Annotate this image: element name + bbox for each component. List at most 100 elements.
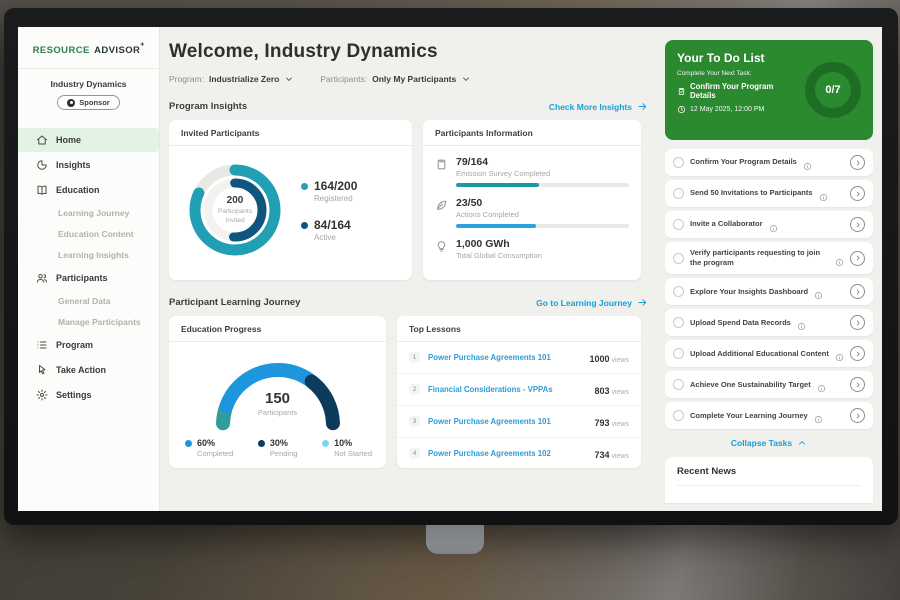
sidebar-item-education-content[interactable]: Education Content (18, 224, 159, 244)
settings-icon (36, 389, 48, 401)
leaf-icon (435, 199, 448, 212)
info-icon[interactable] (803, 158, 812, 167)
legend-label: Not Started (334, 449, 372, 458)
education-progress-card: Education Progress 150 Participants 60%C… (169, 316, 386, 468)
task-open-button[interactable] (850, 251, 865, 266)
task-checkbox[interactable] (673, 253, 684, 264)
sidebar-item-learning-insights[interactable]: Learning Insights (18, 245, 159, 265)
sidebar-item-take-action[interactable]: Take Action (18, 358, 159, 382)
invited-participants-title: Invited Participants (169, 120, 412, 146)
lesson-title-link[interactable]: Power Purchase Agreements 102 (428, 449, 594, 458)
legend-label: Completed (197, 449, 233, 458)
go-to-learning-journey-link[interactable]: Go to Learning Journey (536, 297, 648, 308)
lesson-title-link[interactable]: Power Purchase Agreements 101 (428, 353, 589, 362)
task-open-button[interactable] (850, 186, 865, 201)
check-more-insights-label: Check More Insights (549, 102, 632, 112)
donut-legend-item: 164/200Registered (301, 179, 357, 203)
task-open-button[interactable] (850, 346, 865, 361)
clock-icon (677, 105, 686, 114)
sidebar-item-insights[interactable]: Insights (18, 153, 159, 177)
task-checkbox[interactable] (673, 219, 684, 230)
sidebar-item-learning-journey[interactable]: Learning Journey (18, 203, 159, 223)
task-invite-a-collaborator[interactable]: Invite a Collaborator (665, 211, 873, 238)
task-label: Invite a Collaborator (690, 219, 763, 229)
task-open-button[interactable] (850, 315, 865, 330)
chevron-up-icon (797, 438, 807, 448)
lesson-title-link[interactable]: Power Purchase Agreements 101 (428, 417, 594, 426)
info-icon[interactable] (769, 220, 778, 229)
logo-advisor: ADVISOR (94, 45, 140, 56)
info-icon[interactable] (835, 349, 844, 358)
sponsor-badge[interactable]: Sponsor (57, 95, 119, 110)
task-checkbox[interactable] (673, 379, 684, 390)
task-open-button[interactable] (850, 217, 865, 232)
task-open-button[interactable] (850, 155, 865, 170)
task-upload-additional-educational-content[interactable]: Upload Additional Educational Content (665, 340, 873, 367)
lesson-title-link[interactable]: Financial Considerations - VPPAs (428, 385, 594, 394)
task-open-button[interactable] (850, 284, 865, 299)
sidebar-item-label: Participants (56, 273, 108, 283)
lesson-row: 1Power Purchase Agreements 1011000views (397, 342, 641, 373)
dashboard-screen: RESOURCE ADVISOR+ Industry Dynamics Spon… (18, 27, 882, 511)
check-more-insights-link[interactable]: Check More Insights (549, 101, 648, 112)
org-name: Industry Dynamics (24, 79, 153, 89)
sidebar-item-label: Program (56, 340, 93, 350)
legend-label: Registered (314, 194, 357, 203)
lesson-views-suffix: views (611, 357, 629, 364)
task-open-button[interactable] (850, 408, 865, 423)
donut-center-label: Participants Invited (212, 208, 258, 224)
task-checkbox[interactable] (673, 410, 684, 421)
chevron-right-icon (854, 190, 862, 198)
lesson-views-value: 803 (594, 386, 609, 396)
sidebar-item-settings[interactable]: Settings (18, 383, 159, 407)
lesson-views-suffix: views (611, 389, 629, 396)
info-icon[interactable] (817, 380, 826, 389)
task-checkbox[interactable] (673, 286, 684, 297)
sidebar-item-education[interactable]: Education (18, 178, 159, 202)
todo-due-date: 12 May 2025, 12:00 PM (690, 106, 764, 113)
sidebar-item-participants[interactable]: Participants (18, 266, 159, 290)
info-icon[interactable] (797, 318, 806, 327)
task-explore-your-insights-dashboard[interactable]: Explore Your Insights Dashboard (665, 278, 873, 305)
org-block: Industry Dynamics Sponsor (18, 69, 159, 120)
lesson-views-value: 734 (594, 450, 609, 460)
task-confirm-your-program-details[interactable]: Confirm Your Program Details (665, 149, 873, 176)
sidebar-item-label: Education (56, 185, 100, 195)
sidebar-item-manage-participants[interactable]: Manage Participants (18, 312, 159, 332)
filter-program[interactable]: Program:Industrialize Zero (169, 74, 294, 84)
collapse-tasks-link[interactable]: Collapse Tasks (665, 438, 873, 448)
logo-plus: + (140, 42, 144, 49)
education-icon (36, 184, 48, 196)
legend-label: Active (314, 233, 351, 242)
todo-progress-value: 0/7 (825, 84, 840, 96)
todo-title: Your To Do List (677, 51, 799, 65)
info-icon[interactable] (835, 254, 844, 263)
info-icon[interactable] (819, 189, 828, 198)
sidebar-item-general-data[interactable]: General Data (18, 291, 159, 311)
filter-participants[interactable]: Participants:Only My Participants (320, 74, 471, 84)
arrow-right-icon (637, 297, 648, 308)
task-checkbox[interactable] (673, 188, 684, 199)
home-icon (36, 134, 48, 146)
task-checkbox[interactable] (673, 317, 684, 328)
go-to-learning-journey-label: Go to Learning Journey (536, 298, 632, 308)
education-progress-title: Education Progress (169, 316, 386, 342)
stat-label: Actions Completed (456, 210, 629, 219)
sidebar-item-home[interactable]: Home (18, 128, 159, 152)
task-checkbox[interactable] (673, 157, 684, 168)
info-icon[interactable] (814, 411, 823, 420)
task-upload-spend-data-records[interactable]: Upload Spend Data Records (665, 309, 873, 336)
task-verify-participants-requesting-to-join-the-program[interactable]: Verify participants requesting to join t… (665, 242, 873, 274)
chevron-right-icon (854, 412, 862, 420)
gauge-legend-not-started: 10%Not Started (322, 438, 372, 458)
task-send-50-invitations-to-participants[interactable]: Send 50 Invitations to Participants (665, 180, 873, 207)
task-checkbox[interactable] (673, 348, 684, 359)
lesson-row: 2Financial Considerations - VPPAs803view… (397, 373, 641, 405)
task-complete-your-learning-journey[interactable]: Complete Your Learning Journey (665, 402, 873, 429)
clipboard-check-icon (677, 87, 686, 96)
task-open-button[interactable] (850, 377, 865, 392)
chevron-right-icon (854, 350, 862, 358)
task-achieve-one-sustainability-target[interactable]: Achieve One Sustainability Target (665, 371, 873, 398)
sidebar-item-program[interactable]: Program (18, 333, 159, 357)
info-icon[interactable] (814, 287, 823, 296)
